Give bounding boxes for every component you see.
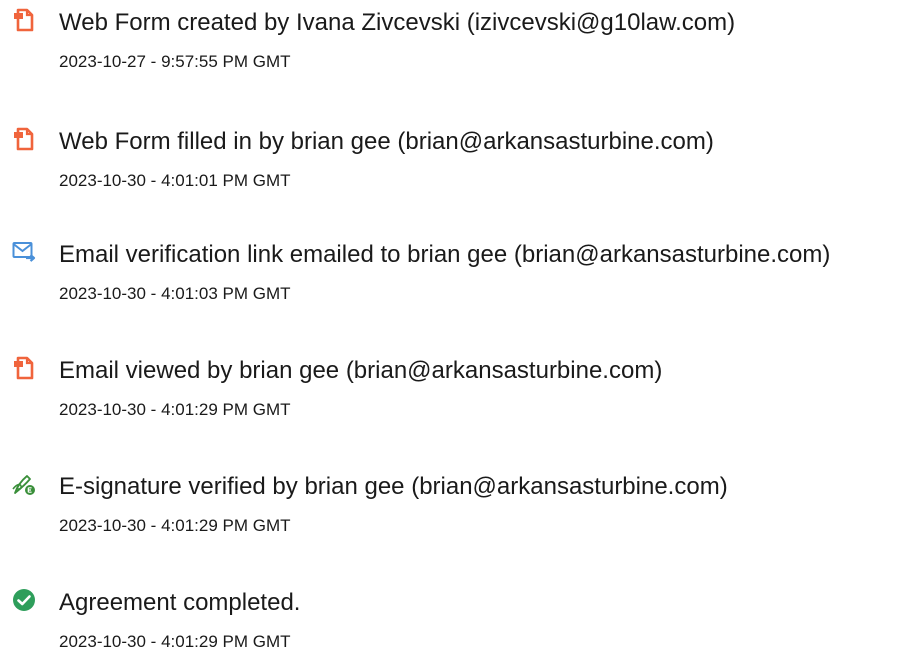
document-icon — [12, 127, 36, 151]
signature-pen-icon — [12, 472, 36, 496]
event-title: E-signature verified by brian gee (brian… — [59, 473, 728, 500]
event-title: Email verification link emailed to brian… — [59, 241, 831, 268]
event-timestamp: 2023-10-27 - 9:57:55 PM GMT — [59, 52, 291, 71]
event-title: Email viewed by brian gee (brian@arkansa… — [59, 357, 663, 384]
event-title: Agreement completed. — [59, 589, 301, 616]
check-circle-icon — [12, 588, 36, 612]
event-title: Web Form filled in by brian gee (brian@a… — [59, 128, 714, 155]
event-timestamp: 2023-10-30 - 4:01:29 PM GMT — [59, 400, 291, 419]
event-timestamp: 2023-10-30 - 4:01:03 PM GMT — [59, 284, 291, 303]
event-timestamp: 2023-10-30 - 4:01:01 PM GMT — [59, 171, 291, 190]
document-icon — [12, 356, 36, 380]
event-timestamp: 2023-10-30 - 4:01:29 PM GMT — [59, 632, 291, 651]
document-icon — [12, 8, 36, 32]
email-send-icon — [12, 240, 36, 264]
event-title: Web Form created by Ivana Zivcevski (izi… — [59, 9, 736, 36]
event-timestamp: 2023-10-30 - 4:01:29 PM GMT — [59, 516, 291, 535]
